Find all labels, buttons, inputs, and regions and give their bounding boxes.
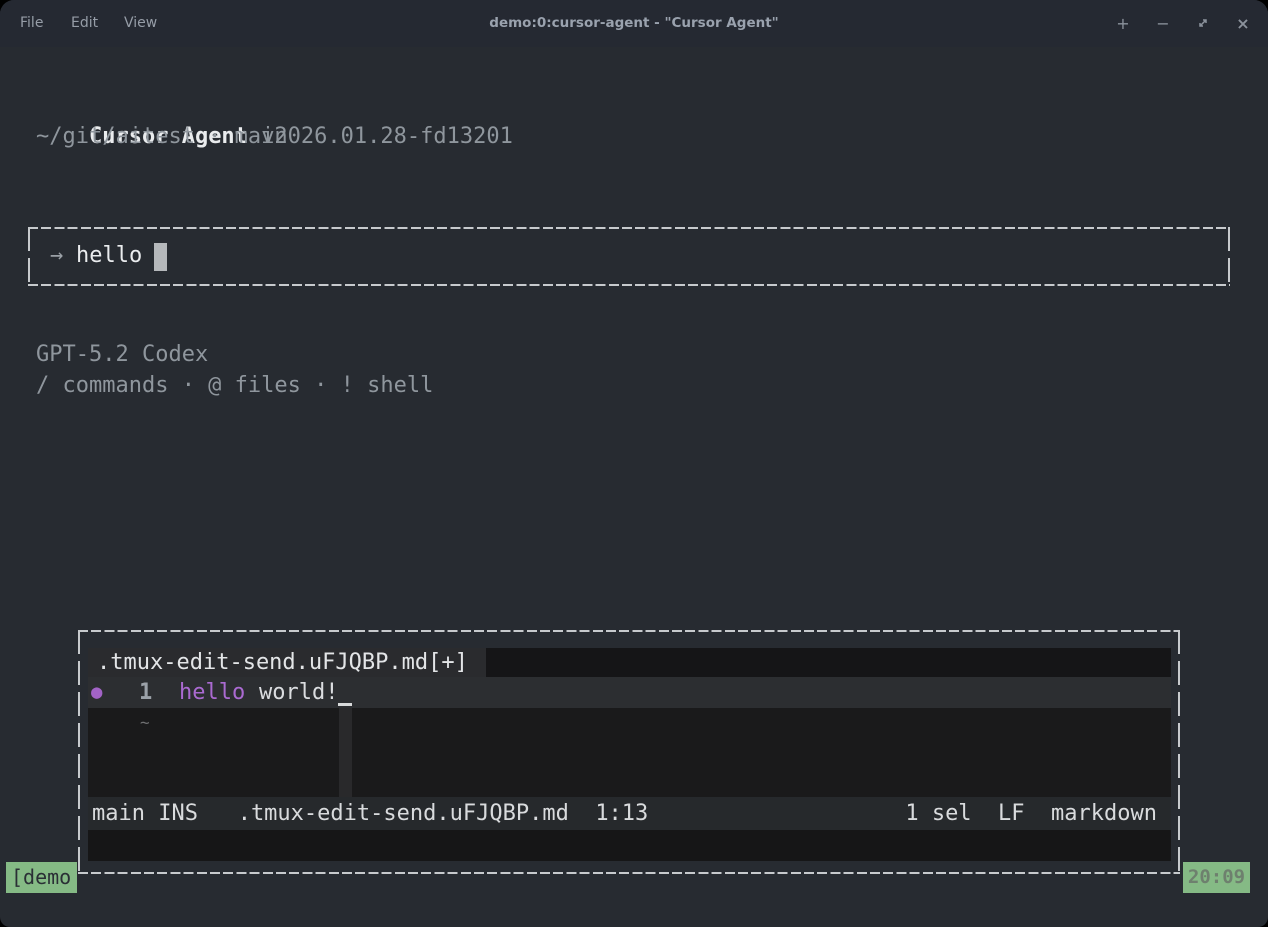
editor-command-line[interactable] xyxy=(88,830,1171,861)
popup-border-bottom xyxy=(78,872,1180,874)
editor-tab[interactable]: .tmux-edit-send.uFJQBP.md[+] xyxy=(88,648,486,677)
workspace-line: ~/git/aitest · main xyxy=(36,121,288,152)
editor-line-1[interactable]: ● 1 hello world! xyxy=(88,677,1171,708)
tmux-session-badge: [demo xyxy=(6,862,77,893)
new-tab-icon[interactable]: + xyxy=(1110,0,1136,47)
tmux-clock: 20:09 xyxy=(1183,862,1250,893)
text-cursor xyxy=(154,243,167,271)
prompt-box-border-bottom xyxy=(28,284,1230,286)
popup-border-top xyxy=(78,630,1180,632)
editor-statusbar: main INS .tmux-edit-send.uFJQBP.md 1:13 … xyxy=(88,797,1171,830)
prompt-box-border-right xyxy=(1228,227,1230,286)
gutter-dot-icon: ● xyxy=(91,677,102,708)
prompt-box-border-left xyxy=(28,227,30,286)
editor-cursor xyxy=(338,703,352,706)
close-icon[interactable]: × xyxy=(1230,0,1256,47)
minimize-icon[interactable]: − xyxy=(1150,0,1176,47)
popup-border-left xyxy=(78,630,80,874)
prompt-input[interactable]: → hello xyxy=(28,227,1230,286)
model-label: GPT-5.2 Codex xyxy=(36,339,208,370)
statusbar-right: 1 sel LF markdown xyxy=(905,797,1157,830)
prompt-arrow-icon: → xyxy=(50,240,63,271)
editor-popup: .tmux-edit-send.uFJQBP.md[+] ● 1 hello w… xyxy=(78,630,1180,874)
line-text-highlight: hello xyxy=(179,677,245,708)
terminal-window: File Edit View demo:0:cursor-agent - "Cu… xyxy=(0,0,1268,927)
statusbar-left: main INS .tmux-edit-send.uFJQBP.md 1:13 xyxy=(92,797,648,830)
titlebar: File Edit View demo:0:cursor-agent - "Cu… xyxy=(0,0,1268,47)
window-title: demo:0:cursor-agent - "Cursor Agent" xyxy=(0,0,1268,47)
line-number: 1 xyxy=(139,677,152,708)
editor-tab-label: .tmux-edit-send.uFJQBP.md[+] xyxy=(97,648,468,677)
maximize-icon[interactable] xyxy=(1190,0,1216,47)
line-text: world! xyxy=(259,677,338,708)
prompt-box-border-top xyxy=(28,227,1230,229)
popup-border-right xyxy=(1178,630,1180,874)
editor-text-area[interactable]: ~ xyxy=(88,708,1171,797)
eof-marker: ~ xyxy=(140,708,150,737)
cursor-column-highlight xyxy=(339,708,352,797)
editor-tabbar-fill xyxy=(486,648,1171,677)
hints-line: / commands · @ files · ! shell xyxy=(36,370,433,401)
prompt-value: hello xyxy=(76,240,142,271)
agent-version: v2026.01.28-fd13201 xyxy=(261,124,513,149)
